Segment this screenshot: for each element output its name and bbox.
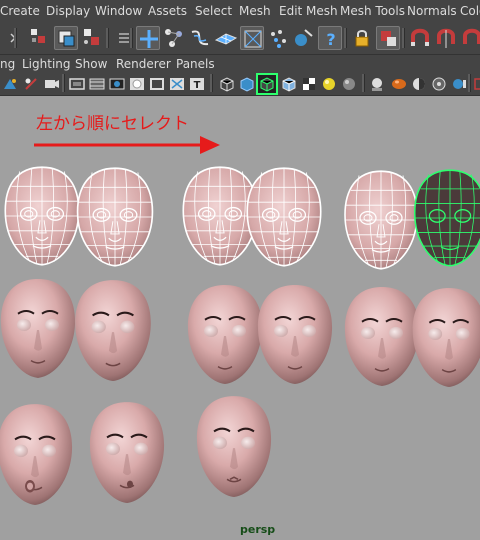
gate-mask-icon[interactable] xyxy=(88,75,106,93)
isolate-icon[interactable] xyxy=(368,75,386,93)
menu-create[interactable]: Create xyxy=(0,4,40,18)
ambient-occlusion-icon[interactable] xyxy=(320,75,338,93)
grid-icon[interactable] xyxy=(128,75,146,93)
move-tool-icon[interactable] xyxy=(136,26,160,50)
snap-to-live-icon[interactable] xyxy=(266,26,290,50)
svg-text:T: T xyxy=(194,80,201,91)
select-highlight-icon[interactable] xyxy=(376,26,400,50)
snap-to-magnet-icon[interactable] xyxy=(292,26,316,50)
shelf-handle-icon[interactable] xyxy=(2,26,17,50)
panel-menu-panels[interactable]: Panels xyxy=(176,57,215,71)
viewport-scene xyxy=(0,136,480,506)
perspective-viewport[interactable]: 左から順にセレクト persp xyxy=(0,96,480,540)
menu-window[interactable]: Window xyxy=(95,4,142,18)
select-by-object-icon[interactable] xyxy=(54,26,78,50)
shaded-wireframe-icon[interactable] xyxy=(218,75,236,93)
camera-label: persp xyxy=(240,523,276,536)
maya-window: Create Display Window Assets Select Mesh… xyxy=(0,0,480,540)
select-camera-icon[interactable] xyxy=(470,75,480,93)
snap-to-curves-icon[interactable] xyxy=(188,26,212,50)
soft-select-icon[interactable] xyxy=(460,26,480,50)
status-line-toolbar: ? xyxy=(0,22,480,55)
shadows-icon[interactable] xyxy=(300,75,318,93)
menu-mesh[interactable]: Mesh xyxy=(239,4,271,18)
gamma-icon[interactable] xyxy=(450,75,468,93)
panel-menu-shading[interactable]: ng xyxy=(0,57,15,71)
camera-icon[interactable] xyxy=(42,75,60,93)
snap-to-points-icon[interactable] xyxy=(162,26,186,50)
motion-blur-icon[interactable] xyxy=(340,75,358,93)
menu-normals[interactable]: Normals xyxy=(407,4,457,18)
menu-select[interactable]: Select xyxy=(195,4,232,18)
textured-icon[interactable] xyxy=(238,75,256,93)
image-plane-icon[interactable] xyxy=(2,75,20,93)
panel-menu-show[interactable]: Show xyxy=(75,57,107,71)
select-by-component-icon[interactable] xyxy=(80,26,104,50)
film-gate-icon[interactable] xyxy=(22,75,40,93)
magnet-icon[interactable] xyxy=(408,26,432,50)
menu-assets[interactable]: Assets xyxy=(148,4,187,18)
resolution-gate-icon[interactable] xyxy=(68,75,86,93)
snap-to-view-plane-icon[interactable] xyxy=(240,26,264,50)
xray-joints-icon[interactable] xyxy=(410,75,428,93)
lights-icon[interactable] xyxy=(280,75,298,93)
help-icon[interactable]: ? xyxy=(318,26,342,50)
panel-menu-bar: ng Lighting Show Renderer Panels xyxy=(0,55,480,73)
menu-edit-mesh[interactable]: Edit Mesh xyxy=(279,4,338,18)
lock-icon[interactable] xyxy=(350,26,374,50)
wireframe-icon[interactable] xyxy=(168,75,186,93)
menu-display[interactable]: Display xyxy=(46,4,90,18)
symmetry-magnet-icon[interactable] xyxy=(434,26,458,50)
panel-toolbar: T xyxy=(0,73,480,96)
xray-components-icon[interactable] xyxy=(430,75,448,93)
menu-mesh-tools[interactable]: Mesh Tools xyxy=(340,4,405,18)
menu-color[interactable]: Colo xyxy=(460,4,480,18)
field-chart-icon[interactable] xyxy=(108,75,126,93)
svg-text:?: ? xyxy=(326,30,335,49)
xray-icon[interactable] xyxy=(390,75,408,93)
panel-menu-lighting[interactable]: Lighting xyxy=(22,57,71,71)
main-menu-bar: Create Display Window Assets Select Mesh… xyxy=(0,0,480,23)
annotation-text: 左から順にセレクト xyxy=(36,114,189,134)
panel-menu-renderer[interactable]: Renderer xyxy=(116,57,171,71)
snap-to-grid-icon[interactable] xyxy=(214,26,238,50)
checker-icon[interactable] xyxy=(256,73,278,95)
smooth-shade-icon[interactable]: T xyxy=(188,75,206,93)
text-icon[interactable] xyxy=(148,75,166,93)
select-by-hierarchy-icon[interactable] xyxy=(28,26,52,50)
menu-collapse-icon[interactable] xyxy=(112,26,129,50)
